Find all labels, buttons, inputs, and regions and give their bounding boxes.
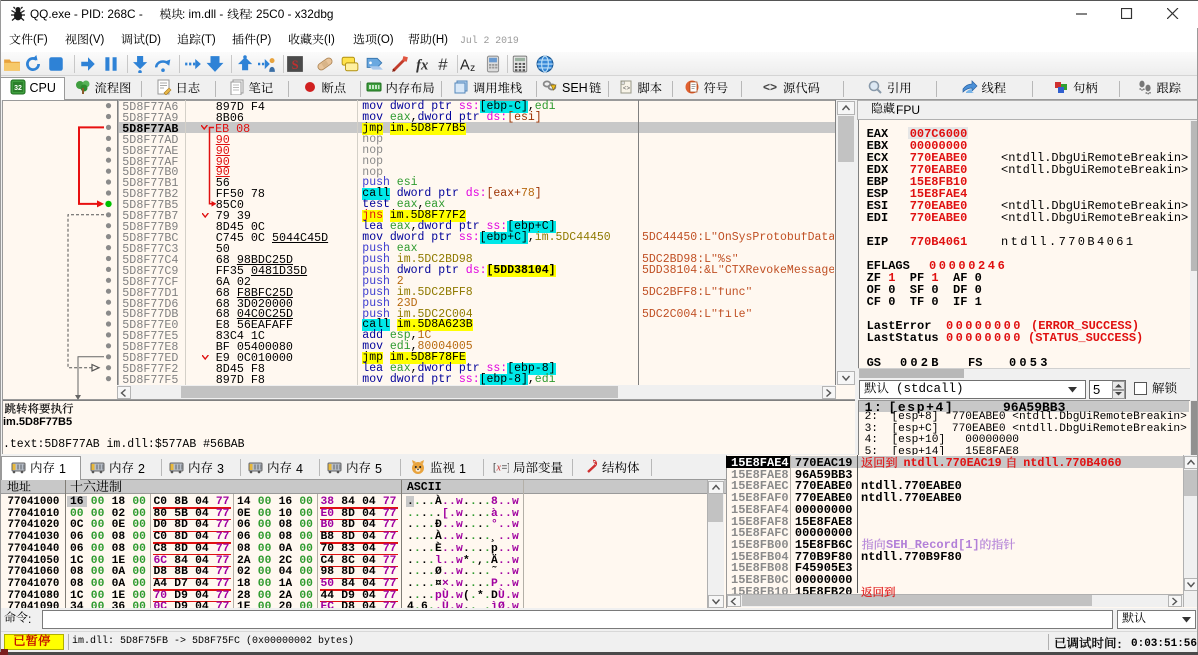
svg-text:32: 32 xyxy=(14,85,22,92)
svg-text:#: # xyxy=(438,55,448,73)
svg-text:S: S xyxy=(292,58,299,72)
svg-text:fx: fx xyxy=(416,58,428,73)
svg-text:A: A xyxy=(460,58,470,73)
svg-text:z: z xyxy=(470,63,475,73)
svg-text:=]: =] xyxy=(502,463,510,474)
svg-text:<>: <> xyxy=(763,80,777,94)
svg-text:<>: <> xyxy=(622,85,630,92)
